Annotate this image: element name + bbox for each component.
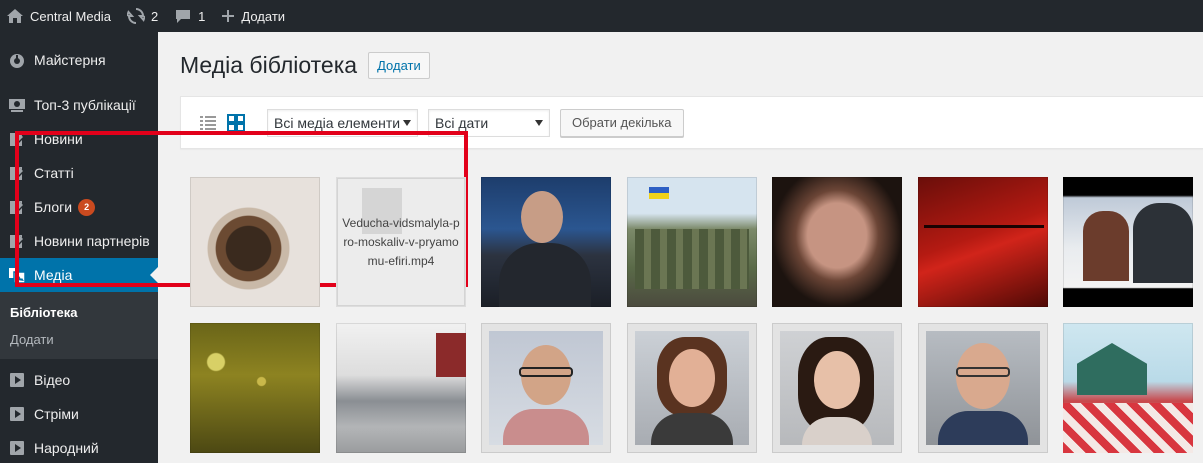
- updates-count: 2: [150, 8, 159, 24]
- portrait-suit: [499, 243, 591, 307]
- new-content-label: Додати: [241, 8, 286, 24]
- video-icon: [7, 404, 27, 424]
- submenu-library[interactable]: Бібліотека: [0, 299, 158, 326]
- dashboard-icon: [7, 50, 27, 70]
- media-thumbnail[interactable]: [481, 177, 611, 307]
- media-thumbnail[interactable]: [190, 323, 320, 453]
- site-name-link[interactable]: Central Media: [0, 0, 119, 32]
- new-content-link[interactable]: Додати: [213, 0, 293, 32]
- house-shape: [1077, 343, 1147, 395]
- text-strip: [924, 225, 1044, 228]
- bulk-select-button[interactable]: Обрати декілька: [560, 108, 684, 137]
- add-new-button[interactable]: Додати: [368, 52, 430, 79]
- date-filter-value: Всі дати: [435, 114, 489, 131]
- media-file-card[interactable]: Veducha-vidsmalyla-pro-moskaliv-v-pryamo…: [336, 177, 466, 307]
- menu-top3[interactable]: Топ-3 публікації: [0, 88, 158, 122]
- glasses-shape: [956, 367, 1010, 377]
- comment-icon: [176, 10, 191, 23]
- media-thumbnail[interactable]: [627, 177, 757, 307]
- menu-people-label: Народний: [34, 440, 99, 456]
- glasses-shape: [519, 367, 573, 377]
- home-icon: [7, 9, 23, 23]
- portrait-shirt: [503, 409, 589, 445]
- portrait-shirt: [651, 413, 733, 445]
- portrait-face: [521, 191, 563, 243]
- media-thumbnail[interactable]: [1063, 323, 1193, 453]
- comments-link[interactable]: 1: [166, 0, 213, 32]
- menu-streams[interactable]: Стріми: [0, 397, 158, 431]
- screen-icon: [7, 95, 27, 115]
- media-thumbnail[interactable]: [1063, 177, 1193, 307]
- person-shape: [1133, 203, 1193, 283]
- media-type-filter-value: Всі медіа елементи: [274, 114, 401, 131]
- video-icon: [7, 370, 27, 390]
- video-icon: [7, 438, 27, 458]
- media-thumbnail[interactable]: [772, 323, 902, 453]
- flag-shape: [649, 187, 669, 199]
- media-thumbnail[interactable]: [627, 323, 757, 453]
- updates-link[interactable]: 2: [119, 0, 166, 32]
- menu-video-label: Відео: [34, 372, 71, 388]
- submenu-add[interactable]: Додати: [0, 326, 158, 353]
- media-filename: Veducha-vidsmalyla-pro-moskaliv-v-pryamo…: [342, 216, 460, 268]
- media-thumbnail[interactable]: [772, 177, 902, 307]
- menu-people[interactable]: Народний: [0, 431, 158, 463]
- portrait-face: [814, 351, 860, 409]
- media-submenu: Бібліотека Додати: [0, 292, 158, 359]
- portrait-suit: [938, 411, 1028, 445]
- person-shape: [1083, 211, 1129, 281]
- refresh-icon: [126, 8, 145, 24]
- chevron-down-icon: [403, 119, 411, 126]
- portrait-face: [669, 349, 715, 407]
- media-thumbnail[interactable]: [481, 323, 611, 453]
- menu-video[interactable]: Відео: [0, 363, 158, 397]
- media-thumbnail[interactable]: [918, 177, 1048, 307]
- fabric-shape: [1063, 403, 1193, 453]
- site-name: Central Media: [30, 8, 111, 24]
- plus-icon: [222, 10, 235, 22]
- menu-dashboard-label: Майстерня: [34, 52, 106, 68]
- media-thumbnail[interactable]: [336, 323, 466, 453]
- title-row: Медіа бібліотека Додати: [180, 52, 430, 79]
- building-shape: [436, 333, 466, 377]
- media-thumbnail[interactable]: [190, 177, 320, 307]
- chevron-down-icon: [535, 119, 543, 126]
- media-thumbnail[interactable]: [918, 323, 1048, 453]
- crowd-shape: [635, 229, 749, 289]
- page-title: Медіа бібліотека: [180, 52, 358, 78]
- menu-dashboard[interactable]: Майстерня: [0, 43, 158, 77]
- menu-top3-label: Топ-3 публікації: [34, 97, 136, 113]
- admin-bar: Central Media 2 1 Додати: [0, 0, 1203, 32]
- menu-streams-label: Стріми: [34, 406, 79, 422]
- comments-count: 1: [198, 8, 206, 24]
